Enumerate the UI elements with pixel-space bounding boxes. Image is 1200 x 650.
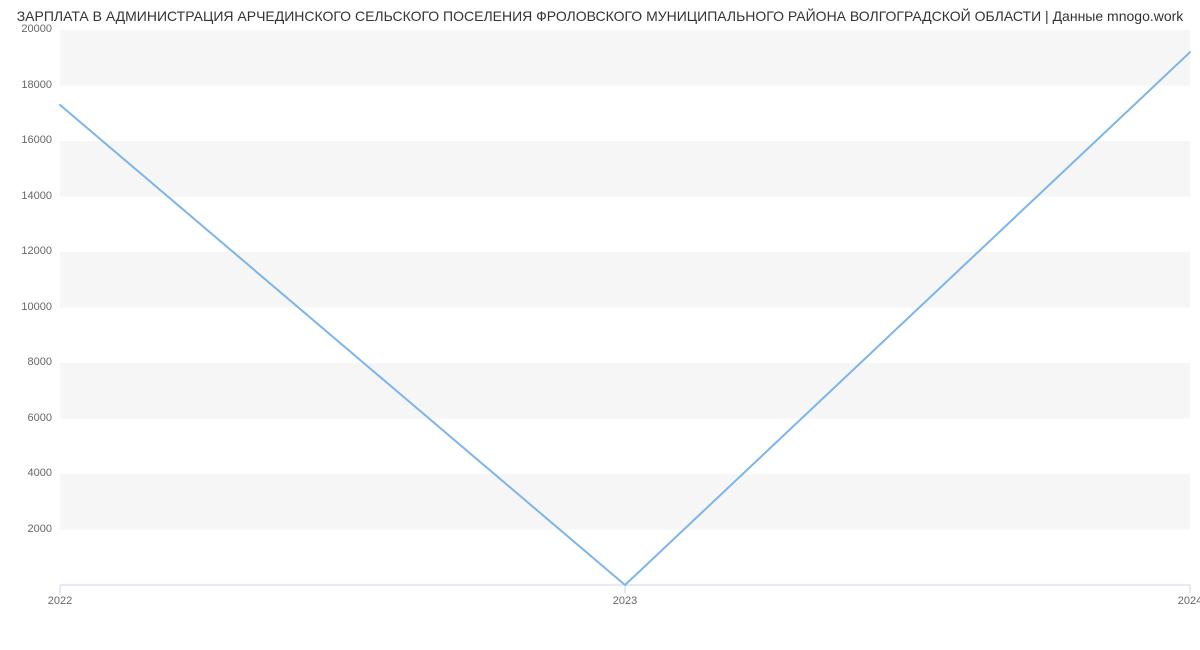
x-tick-label: 2022 <box>48 595 72 607</box>
chart-container: ЗАРПЛАТА В АДМИНИСТРАЦИЯ АРЧЕДИНСКОГО СЕ… <box>0 0 1200 650</box>
y-tick-label: 14000 <box>12 190 52 202</box>
y-tick-label: 16000 <box>12 134 52 146</box>
y-tick-label: 6000 <box>12 412 52 424</box>
y-tick-label: 2000 <box>12 523 52 535</box>
x-tick-label: 2024 <box>1178 595 1200 607</box>
y-tick-label: 12000 <box>12 245 52 257</box>
y-tick-label: 18000 <box>12 79 52 91</box>
y-tick-label: 20000 <box>12 23 52 35</box>
chart-plot <box>0 0 1200 650</box>
y-tick-label: 10000 <box>12 301 52 313</box>
y-tick-label: 4000 <box>12 467 52 479</box>
y-tick-label: 8000 <box>12 356 52 368</box>
x-tick-label: 2023 <box>613 595 637 607</box>
